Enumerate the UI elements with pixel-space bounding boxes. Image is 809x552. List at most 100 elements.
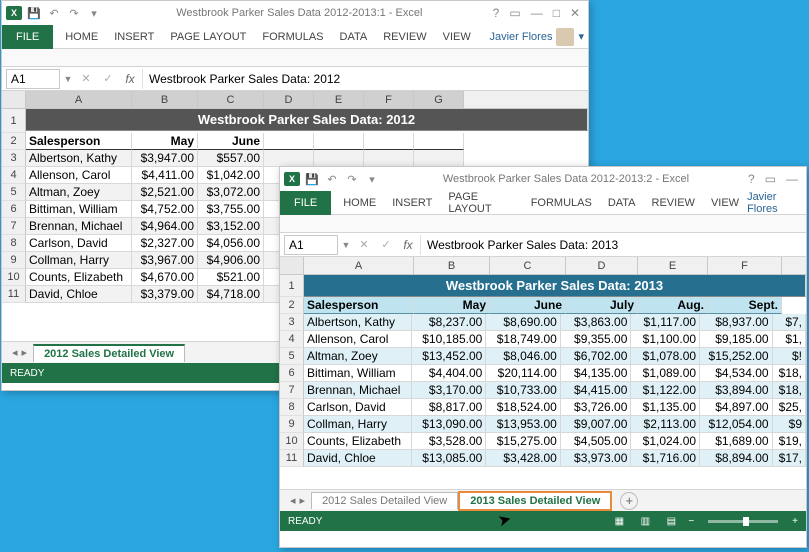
- name-box[interactable]: A1: [6, 69, 60, 89]
- cell-july[interactable]: $9,355.00: [561, 331, 632, 348]
- zoom-in-button[interactable]: +: [792, 516, 798, 527]
- col-C[interactable]: C: [198, 91, 264, 108]
- qat-customize-icon[interactable]: ▾: [364, 171, 380, 187]
- cell-june[interactable]: $4,718.00: [198, 286, 264, 303]
- cell-oct[interactable]: $9: [773, 416, 806, 433]
- cell-oct[interactable]: $17,: [773, 450, 806, 467]
- cell-salesperson[interactable]: Allenson, Carol: [304, 331, 412, 348]
- undo-icon[interactable]: ↶: [324, 171, 340, 187]
- col-F[interactable]: F: [364, 91, 414, 108]
- page-layout-icon[interactable]: ▥: [636, 516, 654, 527]
- tab-review[interactable]: REVIEW: [375, 31, 434, 43]
- cell-june[interactable]: $4,906.00: [198, 252, 264, 269]
- cell-sept[interactable]: $4,534.00: [700, 365, 773, 382]
- cell-june[interactable]: $3,152.00: [198, 218, 264, 235]
- row-header[interactable]: 3: [280, 314, 304, 331]
- account-user[interactable]: Javier Flores ▾: [490, 28, 589, 46]
- col-B[interactable]: B: [132, 91, 198, 108]
- cell-salesperson[interactable]: Counts, Elizabeth: [26, 269, 132, 286]
- cell-july[interactable]: $3,973.00: [561, 450, 632, 467]
- cell-oct[interactable]: $18,: [773, 382, 806, 399]
- page-break-icon[interactable]: ▤: [662, 516, 680, 527]
- header-july[interactable]: July: [566, 297, 638, 314]
- cell-salesperson[interactable]: Allenson, Carol: [26, 167, 132, 184]
- cell-aug[interactable]: $1,078.00: [631, 348, 700, 365]
- cell-salesperson[interactable]: Counts, Elizabeth: [304, 433, 412, 450]
- cell-salesperson[interactable]: Brennan, Michael: [26, 218, 132, 235]
- cell-sept[interactable]: $12,054.00: [700, 416, 773, 433]
- tab-prev-icon[interactable]: ◂: [290, 494, 296, 507]
- account-user[interactable]: Javier Flores: [747, 191, 806, 215]
- redo-icon[interactable]: ↷: [66, 5, 82, 21]
- cell-june[interactable]: $15,275.00: [486, 433, 561, 450]
- cell-may[interactable]: $3,528.00: [412, 433, 487, 450]
- namebox-dropdown-icon[interactable]: ▼: [340, 240, 352, 250]
- row-header[interactable]: 5: [2, 184, 26, 201]
- enter-formula-icon[interactable]: ✓: [98, 72, 118, 85]
- cell-may[interactable]: $13,452.00: [412, 348, 487, 365]
- banner-cell[interactable]: Westbrook Parker Sales Data: 2013: [304, 275, 806, 297]
- col-C[interactable]: C: [490, 257, 566, 274]
- cell-june[interactable]: $20,114.00: [486, 365, 561, 382]
- row-header[interactable]: 7: [280, 382, 304, 399]
- header-aug[interactable]: Aug.: [638, 297, 708, 314]
- select-all-corner[interactable]: [280, 257, 304, 274]
- cell-oct[interactable]: $1,: [773, 331, 806, 348]
- cell-may[interactable]: $4,404.00: [412, 365, 487, 382]
- cell-june[interactable]: $18,749.00: [486, 331, 561, 348]
- cell-may[interactable]: $4,411.00: [132, 167, 198, 184]
- cell-salesperson[interactable]: Collman, Harry: [304, 416, 412, 433]
- col-D[interactable]: D: [264, 91, 314, 108]
- cell-aug[interactable]: $1,024.00: [631, 433, 700, 450]
- cell-may[interactable]: $3,170.00: [412, 382, 487, 399]
- tab-formulas[interactable]: FORMULAS: [523, 197, 600, 209]
- header-may[interactable]: May: [132, 133, 198, 150]
- cell-june[interactable]: $1,042.00: [198, 167, 264, 184]
- tab-view[interactable]: VIEW: [703, 197, 747, 209]
- cell-salesperson[interactable]: Bittiman, William: [304, 365, 412, 382]
- cell-may[interactable]: $13,085.00: [412, 450, 487, 467]
- cell-june[interactable]: $521.00: [198, 269, 264, 286]
- cell-may[interactable]: $4,670.00: [132, 269, 198, 286]
- cell-oct[interactable]: $19,: [773, 433, 806, 450]
- cell-july[interactable]: $3,726.00: [561, 399, 632, 416]
- tab-data[interactable]: DATA: [332, 31, 376, 43]
- tab-next-icon[interactable]: ▸: [300, 494, 306, 507]
- sheet-tab-2013[interactable]: 2013 Sales Detailed View: [458, 491, 612, 511]
- cell-salesperson[interactable]: Collman, Harry: [26, 252, 132, 269]
- col-G[interactable]: G: [414, 91, 464, 108]
- tab-prev-icon[interactable]: ◂: [12, 346, 18, 359]
- cell-may[interactable]: $4,964.00: [132, 218, 198, 235]
- cell-salesperson[interactable]: Bittiman, William: [26, 201, 132, 218]
- header-salesperson[interactable]: Salesperson: [26, 133, 132, 150]
- row-header[interactable]: 1: [2, 109, 26, 133]
- cell-aug[interactable]: $1,122.00: [631, 382, 700, 399]
- new-sheet-button[interactable]: +: [620, 492, 638, 510]
- fx-icon[interactable]: fx: [398, 238, 418, 252]
- header-june[interactable]: June: [198, 133, 264, 150]
- formula-input[interactable]: Westbrook Parker Sales Data: 2013: [420, 235, 802, 255]
- col-E[interactable]: E: [314, 91, 364, 108]
- row-header[interactable]: 11: [2, 286, 26, 303]
- cell-june[interactable]: $13,953.00: [486, 416, 561, 433]
- header-salesperson[interactable]: Salesperson: [304, 297, 414, 314]
- row-header[interactable]: 9: [280, 416, 304, 433]
- row-header[interactable]: 2: [280, 297, 304, 314]
- cell-salesperson[interactable]: Carlson, David: [304, 399, 412, 416]
- cell-may[interactable]: $3,967.00: [132, 252, 198, 269]
- cell-may[interactable]: $13,090.00: [412, 416, 487, 433]
- cell-may[interactable]: $4,752.00: [132, 201, 198, 218]
- cell-salesperson[interactable]: Brennan, Michael: [304, 382, 412, 399]
- cancel-formula-icon[interactable]: ✕: [76, 72, 96, 85]
- enter-formula-icon[interactable]: ✓: [376, 238, 396, 251]
- col-A[interactable]: A: [26, 91, 132, 108]
- header-june[interactable]: June: [490, 297, 566, 314]
- row-header[interactable]: 10: [280, 433, 304, 450]
- namebox-dropdown-icon[interactable]: ▼: [62, 74, 74, 84]
- cell-salesperson[interactable]: Albertson, Kathy: [26, 150, 132, 167]
- tab-home[interactable]: HOME: [335, 197, 384, 209]
- header-sept[interactable]: Sept.: [708, 297, 782, 314]
- col-D[interactable]: D: [566, 257, 638, 274]
- row-header[interactable]: 11: [280, 450, 304, 467]
- row-header[interactable]: 9: [2, 252, 26, 269]
